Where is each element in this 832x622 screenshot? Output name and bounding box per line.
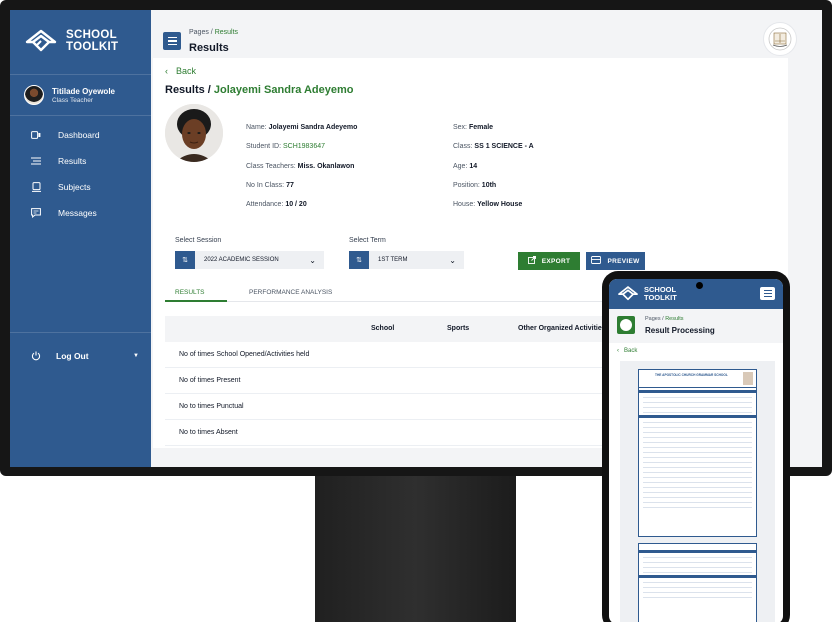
- page-title: Results: [189, 42, 229, 54]
- brand-name: SCHOOL TOOLKIT: [66, 29, 119, 53]
- term-value: 1ST TERM: [378, 257, 408, 263]
- column-header: Sports: [447, 325, 470, 332]
- field-student-id: Student ID: SCH1983647: [246, 143, 325, 150]
- student-name-title: Jolayemi Sandra Adeyemo: [213, 84, 354, 96]
- results-icon: [30, 156, 42, 166]
- chevron-down-icon: ▼: [133, 352, 139, 359]
- camera-icon: [696, 282, 703, 289]
- user-role: Class Teacher: [52, 96, 94, 104]
- field-name: Name: Jolayemi Sandra Adeyemo: [246, 124, 358, 131]
- report-sheet-title: THE APOSTOLIC CHURCH GRAMMAR SCHOOL: [655, 373, 728, 377]
- export-icon: [527, 256, 536, 266]
- sidebar-item-label: Dashboard: [58, 130, 100, 140]
- school-crest-icon[interactable]: [617, 316, 635, 334]
- chevron-left-icon: ‹: [617, 348, 619, 354]
- phone-breadcrumb: Pages / Results: [645, 316, 684, 322]
- student-photo: [165, 104, 223, 162]
- session-label: Select Session: [175, 237, 222, 244]
- sidebar-item-label: Messages: [58, 208, 97, 218]
- row-label: No of times Present: [179, 377, 241, 384]
- field-class-teachers: Class Teachers: Miss. Okanlawon: [246, 163, 355, 170]
- chevron-down-icon: ⌄: [449, 255, 456, 265]
- report-sheet-page-2: [638, 543, 757, 622]
- preview-icon: [591, 256, 602, 266]
- back-label: Back: [624, 348, 638, 354]
- sidebar-item-messages[interactable]: Messages: [10, 200, 151, 226]
- phone-page-title: Result Processing: [645, 326, 715, 335]
- menu-toggle-button[interactable]: [163, 32, 181, 50]
- session-value: 2022 ACADEMIC SESSION: [204, 257, 279, 263]
- phone-brand-logo[interactable]: SCHOOL TOOLKIT: [617, 285, 677, 302]
- field-class: Class: SS 1 SCIENCE - A: [453, 143, 534, 150]
- phone-mockup: SCHOOL TOOLKIT Pages / Results Result Pr…: [602, 271, 790, 622]
- row-label: No to times Punctual: [179, 403, 244, 410]
- back-label: Back: [176, 66, 197, 76]
- avatar: [24, 85, 44, 105]
- dashboard-icon: [30, 130, 42, 140]
- tab-results[interactable]: RESULTS: [175, 289, 205, 296]
- phone-menu-button[interactable]: [760, 287, 775, 300]
- logout-label: Log Out: [56, 350, 89, 361]
- tab-active-indicator: [165, 300, 227, 302]
- field-position: Position: 10th: [453, 182, 497, 189]
- sort-icon: ⇅: [349, 251, 369, 269]
- field-attendance: Attendance: 10 / 20: [246, 201, 307, 208]
- term-select[interactable]: ⇅ 1ST TERM ⌄: [349, 251, 464, 269]
- hamburger-icon: [763, 290, 772, 292]
- sidebar-item-dashboard[interactable]: Dashboard: [10, 122, 151, 148]
- logout-button[interactable]: Log Out ▼: [10, 332, 151, 378]
- field-age: Age: 14: [453, 163, 478, 170]
- result-title: Results / Jolayemi Sandra Adeyemo: [165, 84, 354, 96]
- chevron-left-icon: ‹: [165, 66, 168, 76]
- breadcrumb-current: Results: [214, 29, 239, 36]
- hamburger-icon: [167, 36, 177, 39]
- school-crest-icon[interactable]: [763, 22, 797, 56]
- sidebar: SCHOOL TOOLKIT Titilade Oyewole Class Te…: [10, 10, 151, 467]
- result-title-prefix: Results /: [165, 84, 214, 96]
- sidebar-item-subjects[interactable]: Subjects: [10, 174, 151, 200]
- user-name: Titilade Oyewole: [52, 86, 115, 96]
- session-select[interactable]: ⇅ 2022 ACADEMIC SESSION ⌄: [175, 251, 324, 269]
- phone-brand-name: SCHOOL TOOLKIT: [644, 284, 677, 302]
- phone-back-link[interactable]: ‹ Back: [617, 348, 637, 354]
- back-link[interactable]: ‹ Back: [165, 66, 196, 76]
- row-label: No of times School Opened/Activities hel…: [179, 351, 310, 358]
- brand-house-icon: [25, 29, 57, 52]
- row-label: No to times Absent: [179, 429, 238, 436]
- brand-logo[interactable]: SCHOOL TOOLKIT: [24, 28, 118, 54]
- user-profile[interactable]: Titilade Oyewole Class Teacher: [10, 74, 151, 116]
- field-house: House: Yellow House: [453, 201, 523, 208]
- column-header: Other Organized Activities: [518, 325, 606, 332]
- report-sheet-page-1: THE APOSTOLIC CHURCH GRAMMAR SCHOOL: [638, 369, 757, 537]
- term-label: Select Term: [349, 237, 386, 244]
- column-header: School: [371, 325, 395, 332]
- monitor-stand: [315, 476, 516, 622]
- preview-button[interactable]: PREVIEW: [586, 252, 645, 270]
- phone-subheader: Pages / Results Result Processing: [609, 309, 783, 343]
- device-mockup: SCHOOL TOOLKIT Titilade Oyewole Class Te…: [0, 0, 832, 622]
- field-no-in-class: No In Class: 77: [246, 182, 294, 189]
- report-sheet-preview[interactable]: THE APOSTOLIC CHURCH GRAMMAR SCHOOL: [620, 361, 775, 622]
- sidebar-item-label: Results: [58, 156, 87, 166]
- sidebar-item-results[interactable]: Results: [10, 148, 151, 174]
- preview-label: PREVIEW: [607, 257, 640, 265]
- subjects-icon: [30, 182, 42, 192]
- tab-performance-analysis[interactable]: PERFORMANCE ANALYSIS: [249, 289, 332, 296]
- export-button[interactable]: EXPORT: [518, 252, 580, 270]
- phone-screen: SCHOOL TOOLKIT Pages / Results Result Pr…: [609, 279, 783, 622]
- messages-icon: [30, 208, 42, 218]
- chevron-down-icon: ⌄: [309, 255, 316, 265]
- breadcrumb-parent[interactable]: Pages: [189, 29, 209, 36]
- brand-house-icon: [618, 286, 638, 301]
- breadcrumb: Pages / Results: [189, 29, 238, 36]
- phone-header: SCHOOL TOOLKIT: [609, 279, 783, 309]
- sidebar-item-label: Subjects: [58, 182, 91, 192]
- sidebar-nav: Dashboard Results Subjects Messages: [10, 122, 151, 226]
- power-icon: [30, 351, 42, 361]
- sort-icon: ⇅: [175, 251, 195, 269]
- export-label: EXPORT: [541, 257, 571, 265]
- report-student-photo: [743, 372, 753, 385]
- field-sex: Sex: Female: [453, 124, 494, 131]
